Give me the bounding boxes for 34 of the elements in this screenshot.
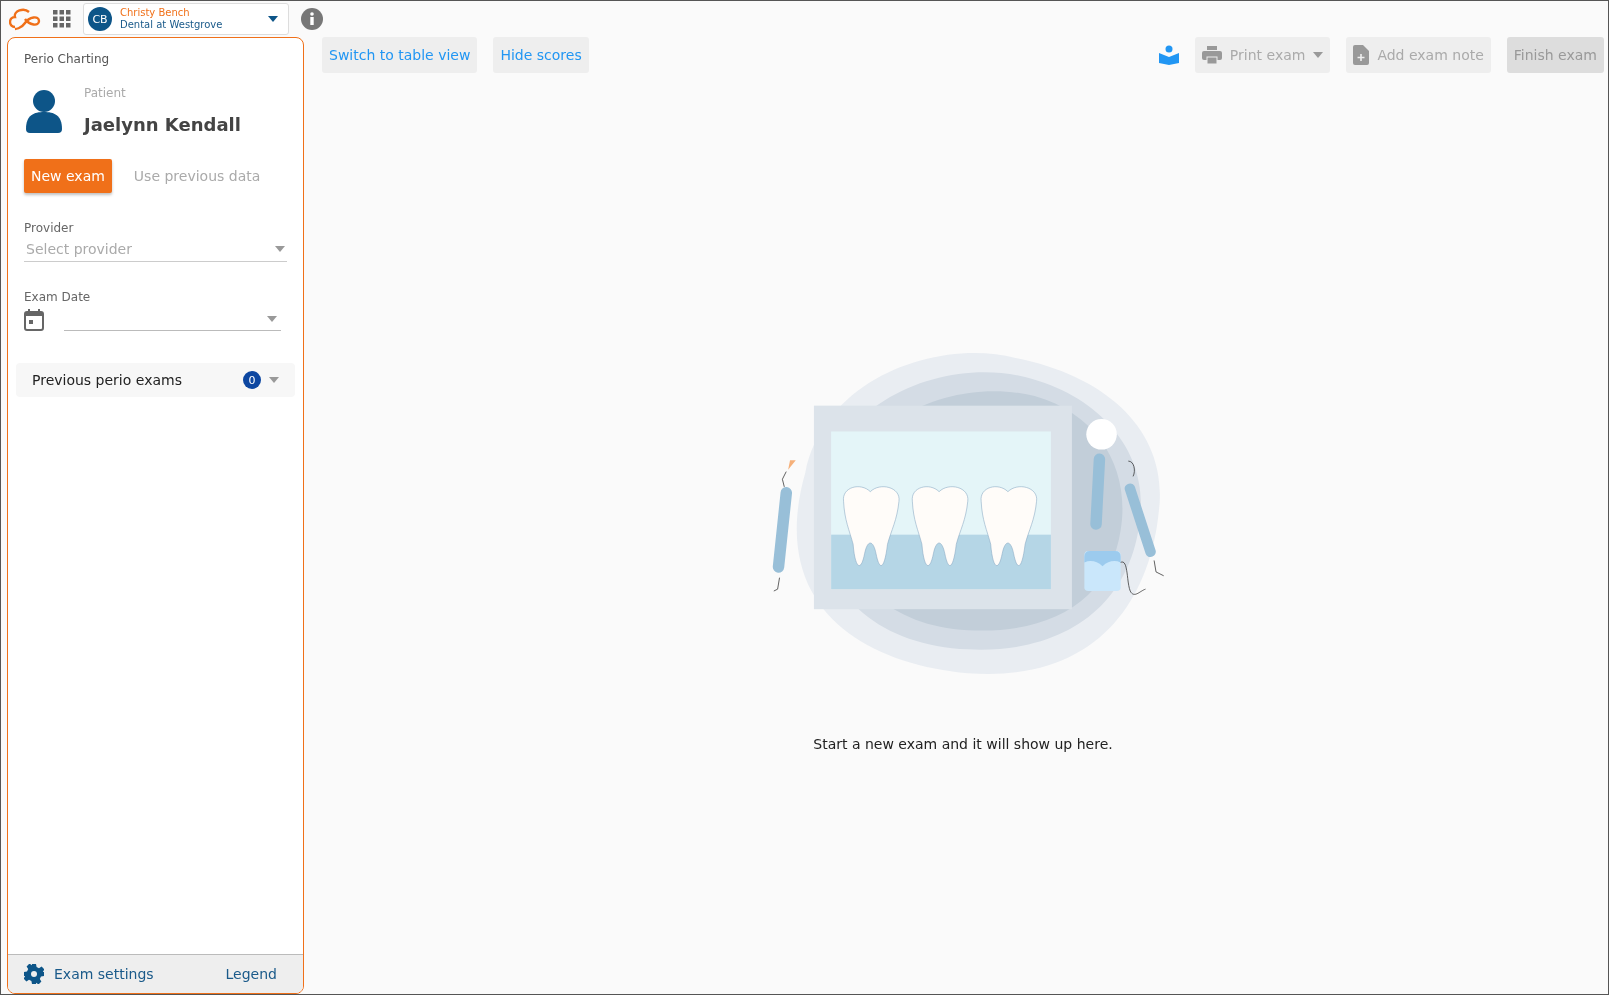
caret-icon [268, 16, 278, 22]
user-name: Christy Bench [120, 7, 191, 19]
book-reader-icon[interactable] [1158, 45, 1179, 65]
info-icon[interactable] [301, 8, 323, 30]
cloud-logo-icon[interactable] [9, 7, 41, 31]
apps-grid-icon[interactable] [53, 10, 71, 28]
panel-title: Perio Charting [24, 52, 111, 66]
settings-icon[interactable] [24, 964, 44, 984]
text-button[interactable]: Use previous data [133, 168, 261, 184]
panel-header-text: Previous perio exams [32, 372, 183, 388]
exam-settings-link[interactable]: Exam settings [54, 966, 154, 982]
patient-label: Patient [84, 86, 127, 100]
document-add-icon [1353, 45, 1370, 65]
field-label: Exam Date [24, 290, 92, 304]
caret-icon [267, 316, 277, 322]
legend-link[interactable]: Legend [225, 966, 277, 982]
user-avatar: CB [88, 7, 112, 31]
provider-dropdown[interactable]: Select provider [24, 237, 287, 262]
field-label: Provider [24, 221, 75, 235]
person-icon [24, 88, 64, 133]
toolbar-button[interactable]: Hide scores [493, 37, 589, 73]
caret-icon [269, 377, 279, 383]
previous-exams-panel[interactable]: Previous perio exams 0 [16, 363, 295, 397]
empty-state-message: Start a new exam and it will show up here. [813, 735, 1113, 752]
patient-name: Jaelynn Kendall [84, 114, 241, 135]
caret-icon [1313, 52, 1324, 58]
new-exam-button[interactable]: New exam [24, 159, 112, 193]
caret-icon [275, 246, 285, 252]
calendar-icon[interactable] [24, 309, 44, 331]
practice-name: Dental at Westgrove [120, 19, 224, 31]
user-selector[interactable]: CB Christy Bench Dental at Westgrove [83, 3, 289, 35]
count-badge: 0 [243, 371, 261, 389]
toolbar-button[interactable]: Switch to table view [322, 37, 478, 73]
printer-icon [1201, 46, 1222, 64]
